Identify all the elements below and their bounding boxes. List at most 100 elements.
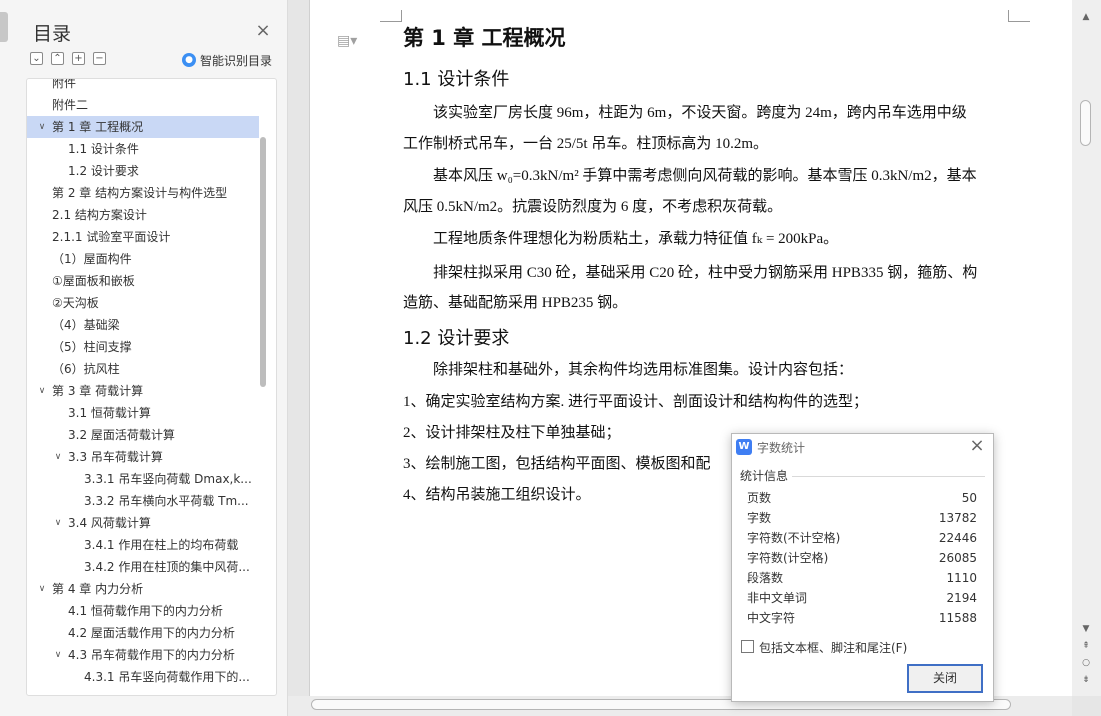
toc-item-label: 3.4.2 作用在柱顶的集中风荷... [84, 560, 250, 574]
toc-item[interactable]: （4）基础梁 [27, 314, 259, 336]
chevron-down-icon[interactable]: ∨ [37, 578, 47, 600]
sidebar-collapse-handle[interactable] [0, 12, 8, 42]
toc-item-label: 3.3.1 吊车竖向荷载 Dmax,k... [84, 472, 252, 486]
toc-item-label: 第 2 章 结构方案设计与构件选型 [52, 186, 228, 200]
toc-item-label: 3.4 风荷载计算 [68, 516, 151, 530]
paragraph-line: 工作制桥式吊车，一台 25/5t 吊车。柱顶标高为 10.2m。 [403, 136, 769, 152]
toc-item[interactable]: ∨ 3.3 吊车荷载计算 [27, 446, 259, 468]
toc-item[interactable]: 1.2 设计要求 [27, 160, 259, 182]
smart-toc-label: 智能识别目录 [200, 53, 273, 68]
toc-item[interactable]: 4.1 恒荷载作用下的内力分析 [27, 600, 259, 622]
toc-item-label: 2.1 结构方案设计 [52, 208, 147, 222]
toc-item[interactable]: 附件 [27, 79, 259, 94]
toc-item[interactable]: 3.3.1 吊车竖向荷载 Dmax,k... [27, 468, 259, 490]
toc-item[interactable]: ∨ 4.3 吊车荷载作用下的内力分析 [27, 644, 259, 666]
stat-value: 22446 [938, 531, 977, 545]
toc-item-label: 2.1.1 试验室平面设计 [52, 230, 171, 244]
stat-label: 中文字符 [747, 611, 796, 625]
toc-item-label: 第 4 章 内力分析 [52, 582, 144, 596]
toc-item-label: 1.2 设计要求 [68, 164, 139, 178]
stat-label: 段落数 [747, 571, 784, 585]
section-heading: 1.2 设计要求 [403, 328, 510, 349]
toc-item[interactable]: ∨ 3.4 风荷载计算 [27, 512, 259, 534]
toc-item[interactable]: 4.2 屋面活载作用下的内力分析 [27, 622, 259, 644]
vertical-scrollbar[interactable]: ▲ ▼ ⇞ ○ ⇟ [1072, 0, 1101, 696]
chevron-down-icon[interactable]: ∨ [37, 380, 47, 402]
paragraph-line: 基本风压 w₀=0.3kN/m² 手算中需考虑侧向风荷载的影响。基本雪压 0.3… [433, 168, 977, 184]
chapter-heading: 第 1 章 工程概况 [403, 26, 566, 50]
dialog-titlebar[interactable]: W 字数统计 × [732, 434, 993, 460]
toc-item-label: 3.2 屋面活荷载计算 [68, 428, 175, 442]
stat-value: 50 [961, 491, 977, 505]
toc-item-label: 4.2 屋面活载作用下的内力分析 [68, 626, 235, 640]
expand-all-icon[interactable]: ⌄ [30, 52, 43, 65]
toc-item[interactable]: ∨ 第 1 章 工程概况 [27, 116, 259, 138]
toc-item[interactable]: 3.4.2 作用在柱顶的集中风荷... [27, 556, 259, 578]
toc-item[interactable]: （6）抗风柱 [27, 358, 259, 380]
toc-item[interactable]: （5）柱间支撑 [27, 336, 259, 358]
close-icon[interactable]: × [254, 22, 272, 40]
toc-item[interactable]: ∨ 第 3 章 荷载计算 [27, 380, 259, 402]
remove-heading-icon[interactable]: − [93, 52, 106, 65]
toc-scrollbar[interactable] [260, 137, 266, 387]
select-browse-object-icon[interactable]: ○ [1080, 658, 1092, 668]
add-heading-icon[interactable]: + [72, 52, 85, 65]
section-divider [792, 476, 985, 477]
collapse-all-icon[interactable]: ⌃ [51, 52, 64, 65]
chevron-down-icon[interactable]: ∨ [37, 116, 47, 138]
toc-item-label: ②天沟板 [52, 296, 99, 310]
toc-item[interactable]: 4.3.1 吊车竖向荷载作用下的... [27, 666, 259, 688]
toc-item[interactable]: 1.1 设计条件 [27, 138, 259, 160]
include-textbox-footnote-checkbox[interactable] [741, 640, 754, 653]
list-item: 2、设计排架柱及柱下单独基础； [403, 425, 621, 441]
prev-page-icon[interactable]: ⇞ [1080, 641, 1092, 651]
scrollbar-thumb[interactable] [1080, 100, 1091, 146]
chevron-down-icon[interactable]: ∨ [53, 512, 63, 534]
toc-item-label: 4.3.1 吊车竖向荷载作用下的... [84, 670, 250, 684]
scroll-down-icon[interactable]: ▼ [1080, 624, 1092, 634]
toc-toolbar: ⌄ ⌃ + − [30, 52, 106, 68]
toc-item[interactable]: 3.1 恒荷载计算 [27, 402, 259, 424]
close-button[interactable]: 关闭 [907, 664, 983, 693]
toc-item[interactable]: ①屋面板和嵌板 [27, 270, 259, 292]
stat-value: 11588 [938, 611, 977, 625]
toc-item-label: 3.3.2 吊车横向水平荷载 Tm... [84, 494, 249, 508]
stats-section-label: 统计信息 [740, 469, 789, 483]
paragraph-line: 风压 0.5kN/m2。抗震设防烈度为 6 度，不考虑积灰荷载。 [403, 199, 783, 215]
chevron-down-icon[interactable]: ∨ [53, 644, 63, 666]
toc-item[interactable]: 第 2 章 结构方案设计与构件选型 [27, 182, 259, 204]
wps-writer-icon: W [736, 439, 752, 455]
checkbox-label[interactable]: 包括文本框、脚注和尾注(F) [759, 639, 907, 656]
toc-item[interactable]: 2.1 结构方案设计 [27, 204, 259, 226]
toc-item[interactable]: 3.3.2 吊车横向水平荷载 Tm... [27, 490, 259, 512]
toc-item-label: 4.3 吊车荷载作用下的内力分析 [68, 648, 235, 662]
scroll-up-icon[interactable]: ▲ [1080, 12, 1092, 22]
paragraph-menu-icon[interactable]: ▤▾ [337, 33, 361, 51]
toc-item[interactable]: ∨ 第 4 章 内力分析 [27, 578, 259, 600]
stat-label: 字符数(计空格) [747, 551, 829, 565]
toc-item-label: 第 3 章 荷载计算 [52, 384, 144, 398]
stat-row: 非中文单词 2194 [747, 588, 977, 608]
toc-item[interactable]: 2.1.1 试验室平面设计 [27, 226, 259, 248]
list-item: 1、确定实验室结构方案. 进行平面设计、剖面设计和结构构件的选型； [403, 394, 869, 410]
chevron-down-icon[interactable]: ∨ [53, 446, 63, 468]
smart-robot-icon: ● [182, 53, 196, 67]
toc-item[interactable]: 3.2 屋面活荷载计算 [27, 424, 259, 446]
toc-item[interactable]: 附件二 [27, 94, 259, 116]
stat-label: 字符数(不计空格) [747, 531, 841, 545]
close-icon[interactable]: × [968, 437, 986, 455]
stat-row: 中文字符 11588 [747, 608, 977, 628]
section-heading: 1.1 设计条件 [403, 69, 510, 90]
paragraph-line: 该实验室厂房长度 96m，柱距为 6m，不设天窗。跨度为 24m，跨内吊车选用中… [433, 105, 967, 121]
toc-item[interactable]: （1）屋面构件 [27, 248, 259, 270]
smart-toc-button[interactable]: ● 智能识别目录 [182, 52, 272, 68]
paragraph-line: 工程地质条件理想化为粉质粘土，承载力特征值 fₖ = 200kPa。 [433, 231, 839, 247]
list-item: 4、结构吊装施工组织设计。 [403, 487, 591, 503]
next-page-icon[interactable]: ⇟ [1080, 675, 1092, 685]
toc-item-label: （1）屋面构件 [52, 252, 132, 266]
toc-item[interactable]: 3.4.1 作用在柱上的均布荷载 [27, 534, 259, 556]
margin-corner-mark-left [380, 10, 402, 22]
stat-value: 1110 [946, 571, 977, 585]
stat-label: 非中文单词 [747, 591, 808, 605]
toc-item[interactable]: ②天沟板 [27, 292, 259, 314]
